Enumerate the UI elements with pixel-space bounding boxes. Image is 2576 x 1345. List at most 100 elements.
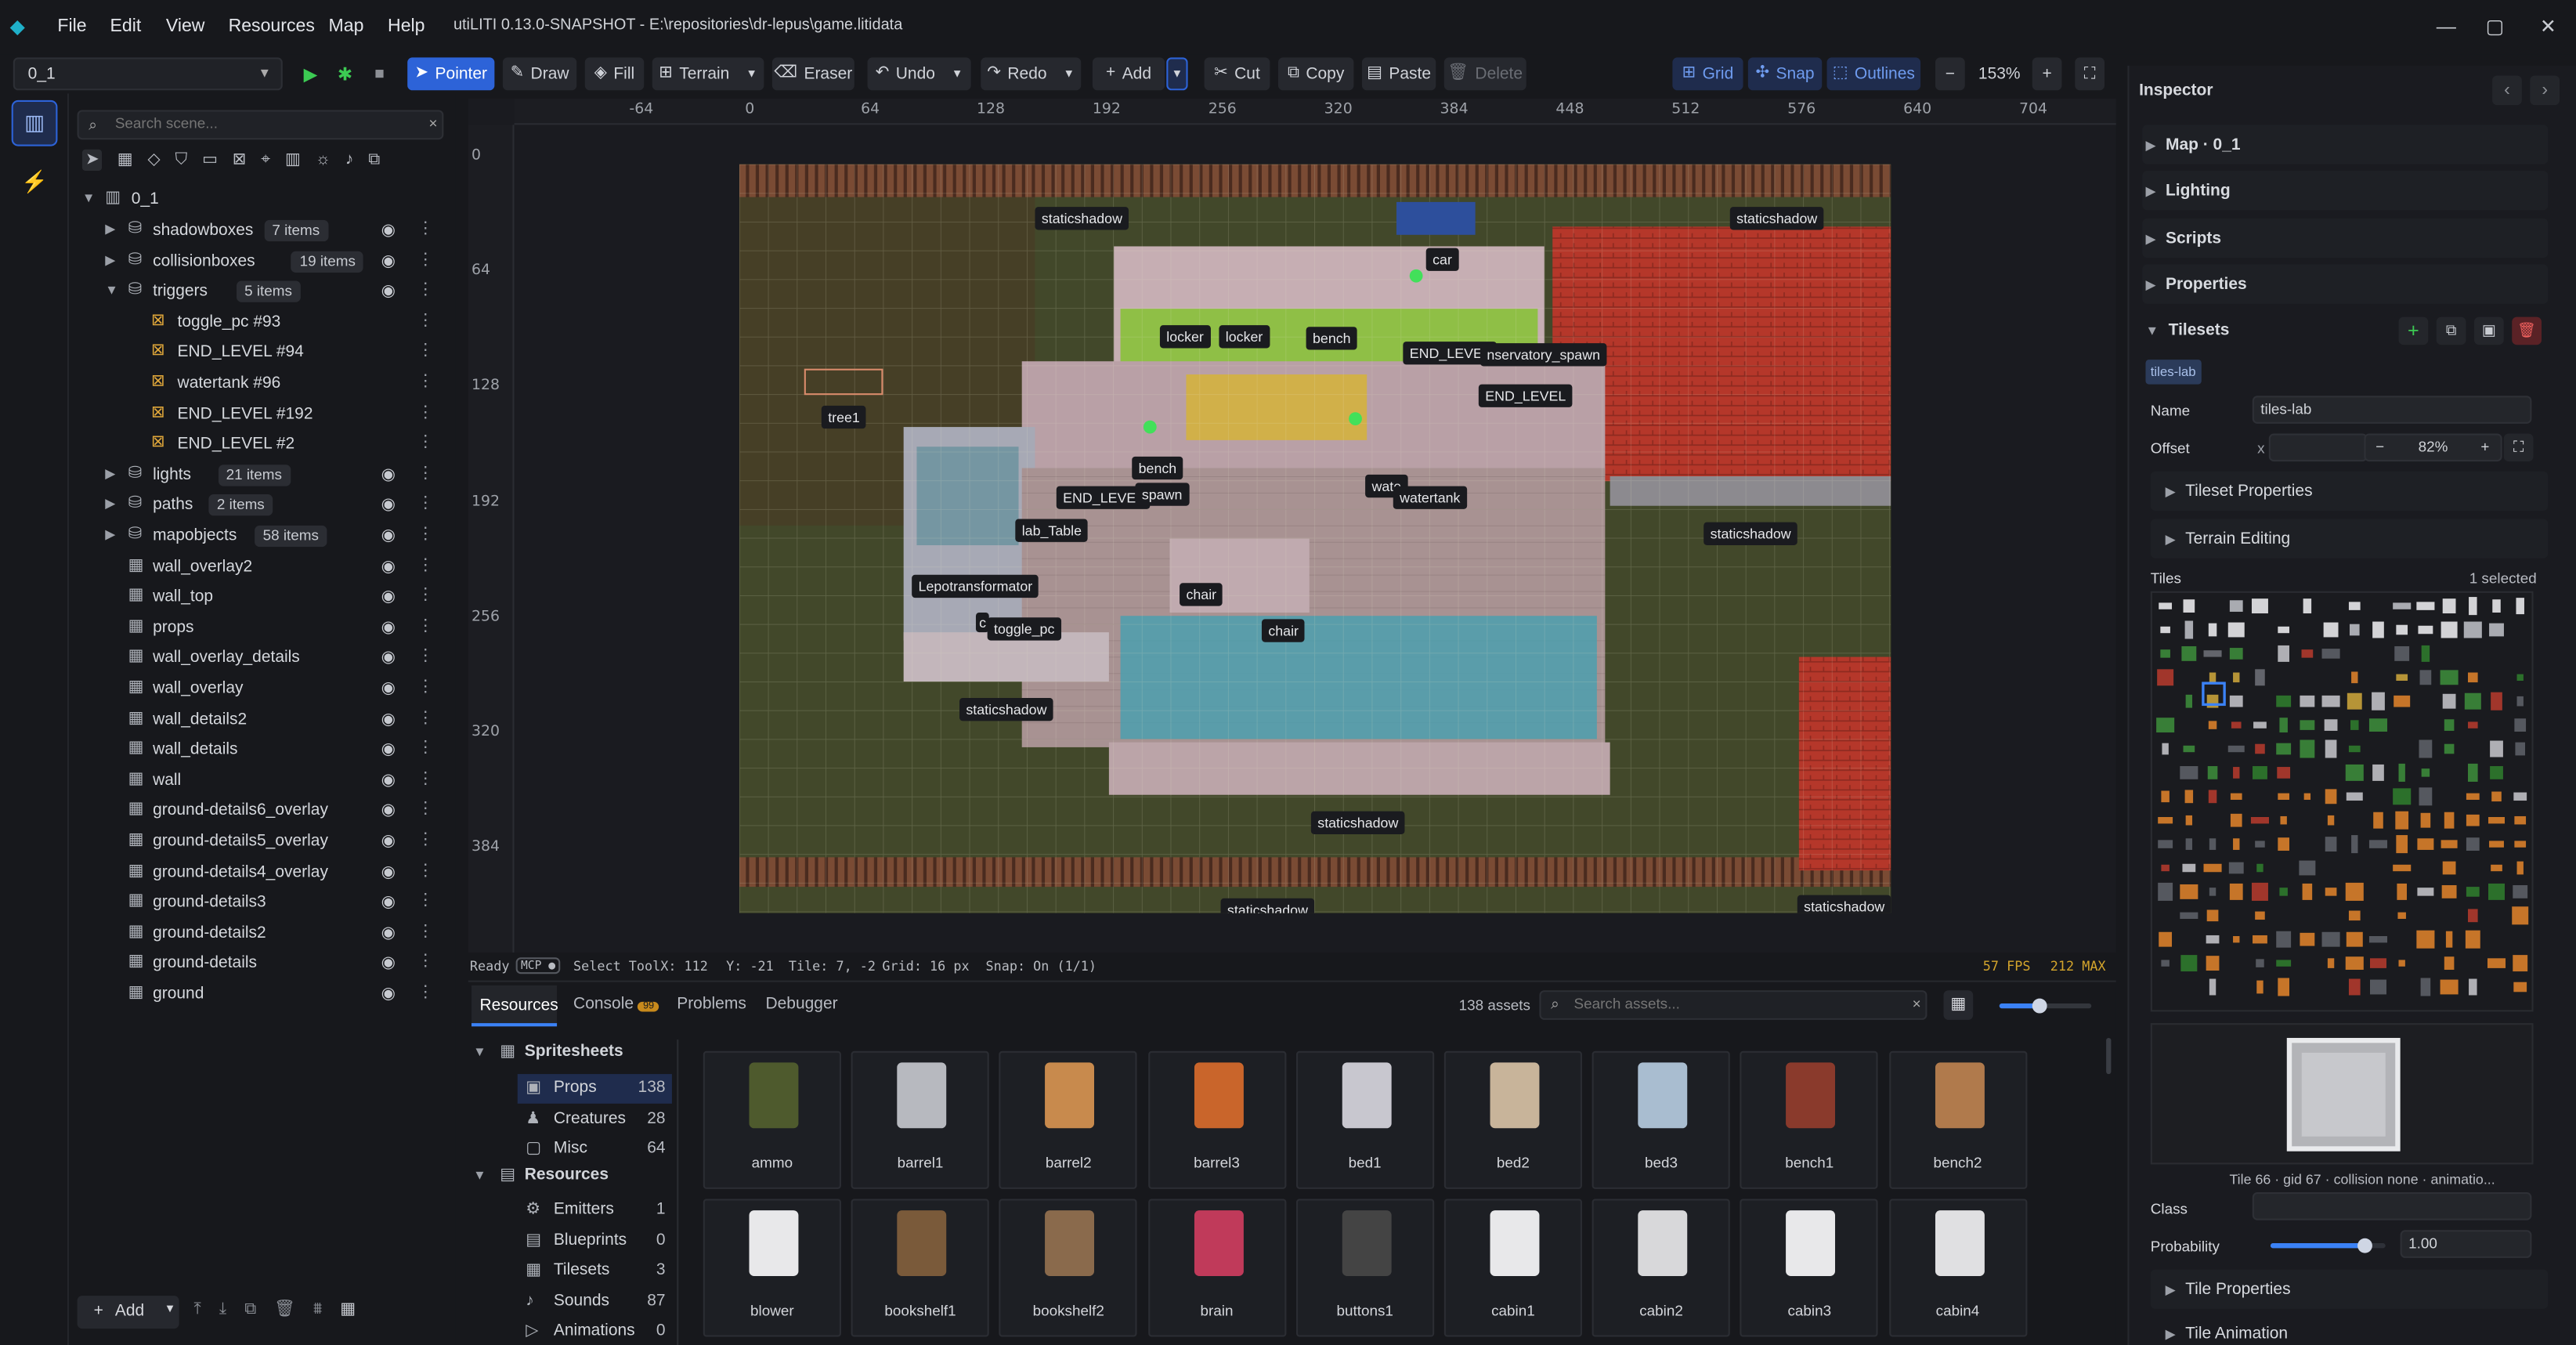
map-label[interactable]: staticshadow — [1220, 898, 1315, 913]
scene-search[interactable]: ⌕ × — [77, 110, 444, 140]
bolt-icon[interactable]: ⚡ — [12, 159, 58, 205]
eye-icon[interactable]: ◉ — [381, 924, 396, 942]
more-icon[interactable]: ⋮ — [417, 831, 434, 849]
resource-item[interactable]: ▦ Tilesets 3 — [518, 1256, 672, 1286]
map-label[interactable]: locker — [1219, 325, 1270, 349]
tree-group-row[interactable]: ▶ ⛁ paths 2 items ◉ ⋮ — [69, 492, 446, 522]
map-label[interactable]: watertank — [1393, 486, 1467, 509]
more-icon[interactable]: ⋮ — [417, 862, 434, 880]
outlines-toggle[interactable]: ⬚ Outlines — [1826, 57, 1921, 91]
map-label[interactable]: c — [975, 612, 990, 633]
grid-toggle[interactable]: ⊞ Grid — [1672, 57, 1743, 91]
eye-icon[interactable]: ◉ — [381, 222, 396, 240]
clear-icon[interactable]: × — [428, 115, 437, 132]
snap-toggle[interactable]: ✣ Snap — [1747, 57, 1823, 91]
tree-group-row[interactable]: ▶ ⛁ mapobjects 58 items ◉ ⋮ — [69, 522, 446, 552]
eye-icon[interactable]: ◉ — [381, 466, 396, 484]
shield-icon[interactable]: ⛉ — [175, 151, 187, 169]
more-icon[interactable]: ⋮ — [417, 923, 434, 941]
grid-view-icon[interactable]: ▦ — [340, 1300, 356, 1318]
close-icon[interactable]: ✕ — [2540, 15, 2556, 38]
clear-icon[interactable]: × — [1913, 995, 1921, 1011]
asset-tile[interactable]: buttons1 — [1295, 1199, 1434, 1337]
stop-icon[interactable]: ■ — [365, 57, 395, 90]
add-tileset-icon[interactable]: + — [2398, 316, 2429, 345]
undo-button[interactable]: ↶ Undo ▼ — [867, 57, 971, 91]
map-label[interactable]: nservatory_spawn — [1479, 343, 1607, 367]
map-label[interactable]: spawn — [1135, 483, 1189, 506]
more-icon[interactable]: ⋮ — [417, 434, 434, 452]
spritesheet-item[interactable]: ▣ Props 138 — [517, 1074, 672, 1104]
map-label[interactable]: lab_Table — [1015, 519, 1089, 542]
trigger-row[interactable]: ⊠ watertank #96 ⋮ — [69, 370, 446, 400]
grid-view-icon[interactable]: ▦ — [1943, 990, 1974, 1020]
asset-tile[interactable]: cabin2 — [1591, 1199, 1731, 1337]
debug-icon[interactable]: ✱ — [331, 57, 360, 90]
layer-row[interactable]: ▦ ground ◉ ⋮ — [69, 981, 446, 1011]
asset-tile[interactable]: cabin1 — [1443, 1199, 1582, 1337]
tree-group-row[interactable]: ▶ ⛁ shadowboxes 7 items ◉ ⋮ — [69, 217, 446, 247]
map-label[interactable]: staticshadow — [959, 698, 1053, 721]
more-icon[interactable]: ⋮ — [417, 709, 434, 727]
slider-handle[interactable] — [2357, 1238, 2373, 1253]
resource-item[interactable]: ⚙ Emitters 1 — [518, 1195, 672, 1225]
terrain-button[interactable]: ⊞ Terrain ▼ — [652, 57, 764, 91]
tab-problems[interactable]: Problems — [677, 995, 746, 1013]
asset-tile[interactable]: barrel1 — [851, 1050, 990, 1189]
cube-icon[interactable]: ◇ — [147, 151, 160, 169]
more-icon[interactable]: ⋮ — [417, 251, 434, 269]
more-icon[interactable]: ⋮ — [417, 587, 434, 605]
target-icon[interactable]: ⌖ — [261, 151, 270, 169]
class-field[interactable] — [2252, 1192, 2532, 1220]
more-icon[interactable]: ⋮ — [417, 984, 434, 1002]
layer-row[interactable]: ▦ wall_overlay_details ◉ ⋮ — [69, 645, 446, 674]
move-up-icon[interactable]: ⤒ — [194, 1300, 201, 1318]
section-tilesets-label[interactable]: ▼ Tilesets — [2145, 322, 2229, 340]
trigger-icon[interactable]: ⊠ — [233, 151, 247, 169]
eye-icon[interactable]: ◉ — [381, 680, 396, 698]
map-label[interactable]: tree1 — [821, 405, 867, 429]
duplicate-icon[interactable]: ⧉ — [2436, 316, 2466, 345]
eye-icon[interactable]: ◉ — [381, 955, 396, 973]
minus-icon[interactable]: − — [2375, 436, 2384, 460]
trigger-row[interactable]: ⊠ END_LEVEL #2 ⋮ — [69, 431, 446, 461]
eye-icon[interactable]: ◉ — [381, 710, 396, 729]
asset-tile[interactable]: blower — [703, 1199, 841, 1337]
map-label[interactable]: staticshadow — [1797, 895, 1891, 913]
layer-row[interactable]: ▦ ground-details5_overlay ◉ ⋮ — [69, 828, 446, 858]
duplicate-icon[interactable]: ⧉ — [244, 1300, 256, 1318]
frame-icon[interactable]: ▭ — [202, 151, 218, 169]
eye-icon[interactable]: ◉ — [381, 558, 396, 576]
menu-view[interactable]: View — [166, 16, 205, 36]
asset-tile[interactable]: bed3 — [1591, 1050, 1731, 1189]
more-icon[interactable]: ⋮ — [417, 526, 434, 544]
layer-row[interactable]: ▦ wall_overlay ◉ ⋮ — [69, 675, 446, 705]
more-icon[interactable]: ⋮ — [417, 617, 434, 635]
map-label[interactable]: locker — [1159, 325, 1211, 349]
light-icon[interactable]: ☼ — [316, 151, 331, 169]
map-label[interactable]: bench — [1306, 327, 1357, 350]
eye-icon[interactable]: ◉ — [381, 649, 396, 667]
layer-row[interactable]: ▦ wall ◉ ⋮ — [69, 767, 446, 797]
map-label[interactable]: staticshadow — [1703, 522, 1798, 546]
more-icon[interactable]: ⋮ — [417, 312, 434, 330]
zoom-in-button[interactable]: + — [2032, 57, 2062, 91]
filter-icon[interactable]: ⩩ — [313, 1300, 322, 1318]
spritesheets-group[interactable]: ▼ ▦ Spritesheets — [473, 1043, 623, 1072]
menu-help[interactable]: Help — [388, 16, 425, 36]
trigger-row[interactable]: ⊠ toggle_pc #93 ⋮ — [69, 309, 446, 338]
tab-resources[interactable]: Resources — [471, 985, 558, 1027]
offset-zoom-field[interactable]: − 82% + — [2364, 433, 2502, 462]
asset-tile[interactable]: cabin3 — [1740, 1199, 1879, 1337]
more-icon[interactable]: ⋮ — [417, 465, 434, 483]
tile-animation-label[interactable]: ▶ Tile Animation — [2166, 1325, 2288, 1343]
map-viewport[interactable]: staticshadow staticshadow car locker loc… — [739, 164, 1891, 913]
layer-row[interactable]: ▦ ground-details2 ◉ ⋮ — [69, 920, 446, 949]
copy-button[interactable]: ⧉ Copy — [1277, 57, 1354, 91]
chevron-right-icon[interactable]: ▶ — [105, 497, 115, 512]
layer-row[interactable]: ▦ ground-details ◉ ⋮ — [69, 950, 446, 980]
forward-icon[interactable]: › — [2530, 75, 2560, 106]
trash-icon[interactable]: 🗑 — [2512, 316, 2542, 345]
chevron-down-icon[interactable]: ▼ — [105, 283, 118, 298]
sound-icon[interactable]: ♪ — [345, 151, 353, 169]
